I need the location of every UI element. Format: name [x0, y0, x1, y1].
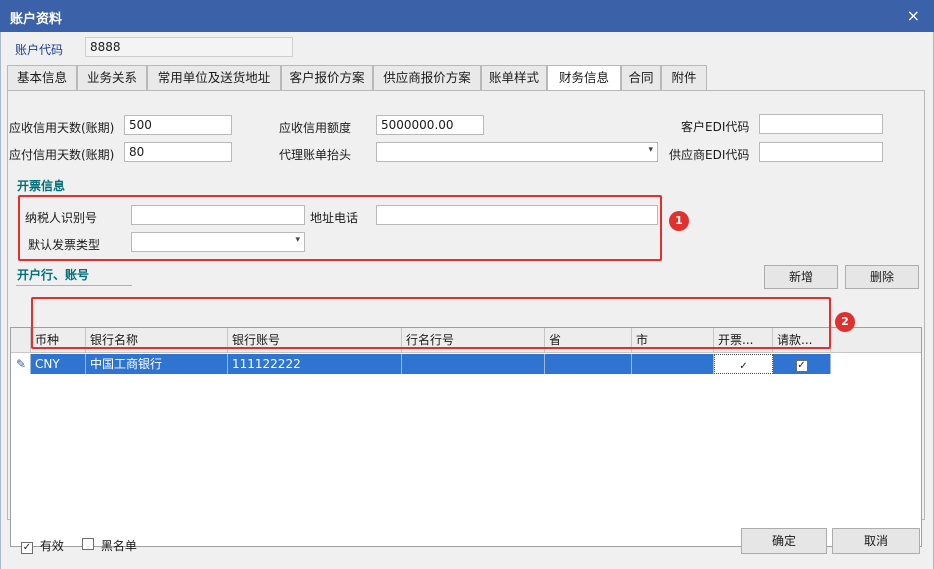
address-phone-label: 地址电话	[310, 211, 359, 225]
ap-days-input[interactable]: 80	[124, 142, 232, 162]
tab-basic-info[interactable]: 基本信息	[7, 65, 77, 91]
taxpayer-id-input[interactable]	[131, 205, 305, 225]
row-indicator-header	[11, 328, 31, 353]
invoice-type-select[interactable]: ▾	[131, 232, 305, 252]
tab-contract[interactable]: 合同	[621, 65, 661, 91]
cell-account-no[interactable]: 111122222	[228, 354, 402, 374]
ar-limit-label: 应收信用额度	[279, 121, 352, 135]
tab-addresses[interactable]: 常用单位及送货地址	[147, 65, 281, 91]
valid-label: 有效	[39, 539, 64, 553]
invoice-section-title: 开票信息	[17, 179, 66, 193]
cell-city[interactable]	[632, 354, 714, 374]
blacklist-label: 黑名单	[100, 539, 137, 553]
ar-days-label: 应收信用天数(账期)	[9, 121, 115, 135]
bank-account-table: 币种 银行名称 银行账号 行名行号 省 市 开票... 请款... ✎ CNY …	[10, 327, 922, 547]
supplier-edi-label: 供应商EDI代码	[669, 148, 750, 162]
blacklist-checkbox-group[interactable]: 黑名单	[82, 537, 137, 554]
bank-section-underline	[16, 285, 132, 286]
table-row[interactable]: ✎ CNY 中国工商银行 111122222 ✓ ✓	[11, 354, 921, 374]
valid-checkbox[interactable]: ✓	[21, 542, 33, 554]
window-title: 账户资料	[10, 12, 63, 27]
tab-customer-quote[interactable]: 客户报价方案	[281, 65, 373, 91]
bank-number-badge: 2	[835, 312, 855, 332]
account-code-field[interactable]: 8888	[85, 37, 293, 57]
delete-bank-button[interactable]: 删除	[845, 265, 919, 289]
cell-province[interactable]	[545, 354, 632, 374]
agent-bill-select[interactable]: ▾	[376, 142, 658, 162]
customer-edi-label: 客户EDI代码	[681, 120, 750, 134]
cell-payment-flag[interactable]: ✓	[773, 354, 831, 374]
tab-attachment[interactable]: 附件	[661, 65, 707, 91]
close-icon[interactable]: ×	[907, 6, 920, 25]
agent-bill-label: 代理账单抬头	[279, 148, 352, 162]
chevron-down-icon: ▾	[648, 145, 653, 155]
tab-supplier-quote[interactable]: 供应商报价方案	[373, 65, 481, 91]
taxpayer-id-label: 纳税人识别号	[25, 211, 98, 225]
bank-highlight-box	[31, 297, 831, 349]
cell-currency[interactable]: CNY	[31, 354, 86, 374]
add-bank-button[interactable]: 新增	[764, 265, 838, 289]
ar-limit-input[interactable]: 5000000.00	[376, 115, 484, 135]
account-code-label: 账户代码	[15, 43, 64, 57]
bank-section-title: 开户行、账号	[17, 268, 90, 282]
cell-invoice-flag[interactable]: ✓	[714, 354, 773, 374]
cell-bank-code[interactable]	[402, 354, 545, 374]
tab-finance[interactable]: 财务信息	[547, 65, 621, 92]
edit-row-icon[interactable]: ✎	[11, 354, 31, 374]
dialog-body: 账户代码 8888 基本信息 业务关系 常用单位及送货地址 客户报价方案 供应商…	[0, 32, 934, 569]
payment-checkbox[interactable]: ✓	[795, 360, 808, 372]
cancel-button[interactable]: 取消	[832, 528, 920, 554]
ok-button[interactable]: 确定	[741, 528, 827, 554]
tab-business-relations[interactable]: 业务关系	[77, 65, 147, 91]
tab-bill-style[interactable]: 账单样式	[481, 65, 547, 91]
title-bar: 账户资料 ×	[0, 0, 934, 32]
chevron-down-icon: ▾	[295, 235, 300, 245]
ap-days-label: 应付信用天数(账期)	[9, 148, 115, 162]
ar-days-input[interactable]: 500	[124, 115, 232, 135]
customer-edi-input[interactable]	[759, 114, 883, 134]
valid-checkbox-group[interactable]: ✓ 有效	[21, 537, 64, 554]
supplier-edi-input[interactable]	[759, 142, 883, 162]
cell-bank-name[interactable]: 中国工商银行	[86, 354, 228, 374]
blacklist-checkbox[interactable]	[82, 538, 94, 550]
address-phone-input[interactable]	[376, 205, 658, 225]
invoice-type-label: 默认发票类型	[28, 238, 101, 252]
invoice-checkbox[interactable]: ✓	[737, 362, 750, 373]
invoice-number-badge: 1	[669, 211, 689, 231]
